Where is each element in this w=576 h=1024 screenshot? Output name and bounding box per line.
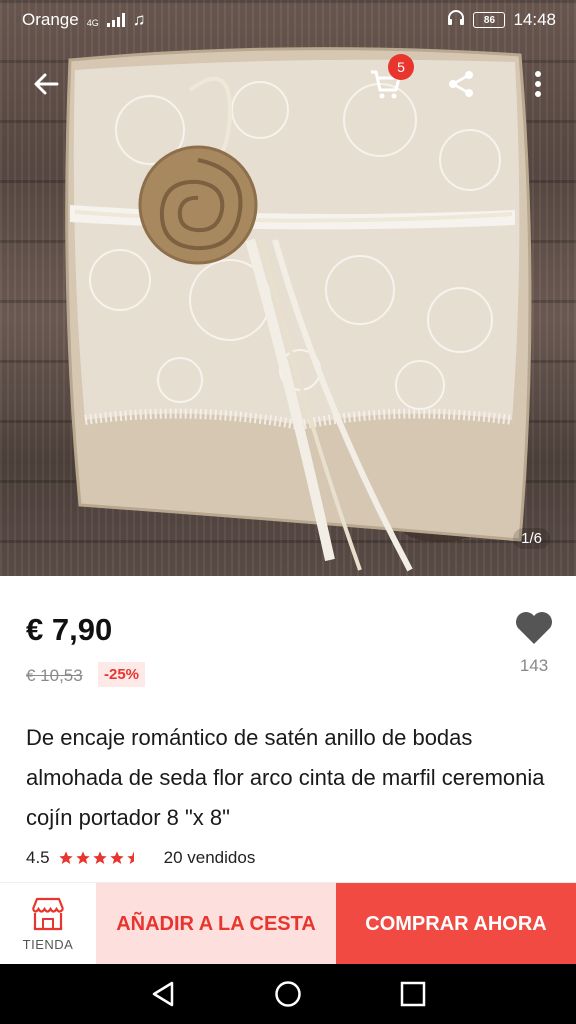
clock: 14:48 [513, 10, 556, 29]
cart-count-badge: 5 [388, 54, 414, 80]
photo-counter: 1/6 [513, 528, 550, 549]
wishlist-button[interactable] [514, 610, 554, 650]
more-vert-icon [535, 71, 541, 97]
top-toolbar: 5 [0, 54, 576, 108]
rating-stars [58, 850, 142, 866]
back-arrow-icon [34, 73, 59, 95]
buy-now-button[interactable]: COMPRAR AHORA [336, 883, 576, 965]
more-options-button[interactable] [514, 60, 562, 108]
share-icon [449, 71, 473, 97]
network-type: 4G [86, 18, 99, 28]
cart-button[interactable]: 5 [362, 54, 414, 108]
product-detail-screen: 1/6 Orange 4G ♫ 86 14:48 5 € 7,90 € 10,5… [0, 0, 576, 1024]
rating-row[interactable]: 4.5 20 vendidos [26, 848, 255, 868]
star-icon [92, 851, 107, 864]
star-icon [109, 851, 124, 864]
add-to-cart-button[interactable]: AÑADIR A LA CESTA [96, 883, 336, 965]
square-recents-icon [401, 981, 426, 1007]
half-star-icon [126, 851, 134, 864]
store-label: TIENDA [22, 936, 74, 952]
product-info: € 7,90 € 10,53 -25% 143 De encaje románt… [0, 576, 576, 882]
star-icon [58, 851, 73, 864]
current-price: € 7,90 [26, 612, 113, 647]
status-bar: Orange 4G ♫ 86 14:48 [0, 0, 576, 40]
share-button[interactable] [437, 60, 485, 108]
battery-icon: 86 [473, 12, 506, 28]
wishlist-count: 143 [519, 656, 549, 675]
store-button[interactable]: TIENDA [0, 883, 96, 965]
signal-icon [106, 13, 125, 27]
heart-icon [516, 612, 552, 644]
headphones-icon [447, 9, 465, 32]
sold-count: 20 vendidos [163, 848, 256, 867]
nav-recents-button[interactable] [393, 974, 433, 1014]
back-button[interactable] [22, 60, 70, 108]
music-note-icon: ♫ [132, 10, 146, 29]
circle-home-icon [275, 981, 301, 1007]
system-nav-bar [0, 964, 576, 1024]
triangle-back-icon [152, 981, 173, 1007]
original-price: € 10,53 [26, 666, 83, 685]
nav-back-button[interactable] [143, 974, 183, 1014]
star-icon [75, 851, 90, 864]
bottom-action-bar: TIENDA AÑADIR A LA CESTA COMPRAR AHORA [0, 882, 576, 965]
rating-value: 4.5 [26, 848, 50, 867]
product-title: De encaje romántico de satén anillo de b… [26, 725, 545, 830]
store-icon [31, 897, 65, 930]
nav-home-button[interactable] [268, 974, 308, 1014]
discount-badge: -25% [98, 662, 146, 687]
carrier-name: Orange [22, 10, 79, 29]
